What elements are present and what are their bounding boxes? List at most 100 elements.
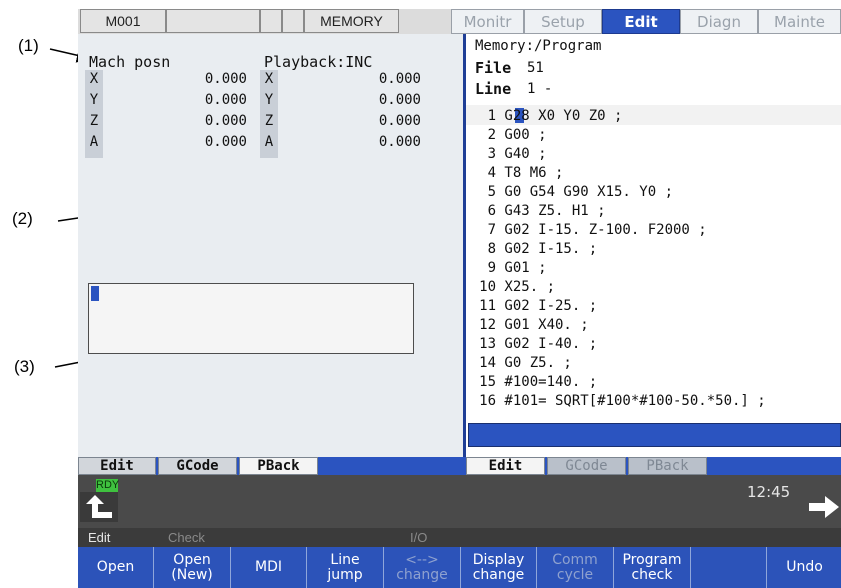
line-code: G02 I-25. ; <box>496 298 598 314</box>
mode-display: MEMORY <box>304 9 399 33</box>
line-code: G02 I-15. Z-100. F2000 ; <box>496 222 707 238</box>
line-number-label: 1 <box>487 108 496 124</box>
right-arrow-icon <box>809 496 839 518</box>
playback-title: Playback:INC <box>264 53 373 71</box>
right-tab-gcode[interactable]: GCode <box>547 457 626 475</box>
menu-group-row: Edit Check I/O <box>78 528 841 547</box>
mach-value-a: 0.000 <box>204 134 247 150</box>
menu-group-edit: Edit <box>88 530 111 545</box>
line-code: G01 ; <box>496 260 547 276</box>
line-number: 1 - <box>527 81 553 97</box>
softkey-7[interactable]: Comm cycle <box>537 547 614 588</box>
line-number-label: 3 <box>487 146 496 162</box>
softkey-5[interactable]: <--> change <box>384 547 461 588</box>
line-number-label: 5 <box>487 184 496 200</box>
program-line[interactable]: 4 T8 M6 ; <box>466 165 564 181</box>
line-number-label: 12 <box>479 317 496 333</box>
program-line[interactable]: 5 G0 G54 G90 X15. Y0 ; <box>466 184 673 200</box>
clock: 12:45 <box>747 483 791 501</box>
axis-label-x: X <box>89 71 99 87</box>
right-tab-edit[interactable]: Edit <box>466 457 545 475</box>
program-line[interactable]: 9 G01 ; <box>466 260 547 276</box>
program-line[interactable]: 8 G02 I-15. ; <box>466 241 598 257</box>
left-tab-edit[interactable]: Edit <box>78 457 156 475</box>
program-line[interactable]: 7 G02 I-15. Z-100. F2000 ; <box>466 222 707 238</box>
line-code: #101= SQRT[#100*#100-50.*50.] ; <box>496 393 766 409</box>
line-code: G28 X0 Y0 Z0 ; <box>496 108 623 124</box>
line-number-label: 6 <box>487 203 496 219</box>
menu-group-io: I/O <box>410 530 428 545</box>
program-line[interactable]: 1 G28 X0 Y0 Z0 ; <box>466 108 623 124</box>
line-number-label: 15 <box>479 374 496 390</box>
program-line[interactable]: 10 X25. ; <box>466 279 555 295</box>
softkey-6[interactable]: Display change <box>461 547 537 588</box>
pb-value-y: 0.000 <box>378 92 421 108</box>
next-button[interactable] <box>805 492 841 522</box>
line-code: T8 M6 ; <box>496 165 564 181</box>
program-line[interactable]: 15 #100=140. ; <box>466 374 597 390</box>
line-code: G0 Z5. ; <box>496 355 572 371</box>
pb-value-z: 0.000 <box>378 113 421 129</box>
softkey-bar: Open Open (New) MDI Line jump <--> change Dis… <box>78 547 841 588</box>
file-number: 51 <box>527 60 544 76</box>
softkey-3[interactable]: MDI <box>231 547 307 588</box>
program-number: M001 <box>80 9 166 33</box>
line-code: G02 I-40. ; <box>496 336 598 352</box>
program-line[interactable]: 12 G01 X40. ; <box>466 317 589 333</box>
program-line[interactable]: 6 G43 Z5. H1 ; <box>466 203 606 219</box>
status-cell-1 <box>166 9 260 33</box>
mdi-input-box[interactable] <box>88 283 414 354</box>
program-line[interactable]: 3 G40 ; <box>466 146 547 162</box>
program-line[interactable]: 11 G02 I-25. ; <box>466 298 597 314</box>
line-number-label: 16 <box>479 393 496 409</box>
line-code: G0 G54 G90 X15. Y0 ; <box>496 184 674 200</box>
softkey-4[interactable]: Line jump <box>307 547 384 588</box>
up-arrow-icon <box>86 495 112 518</box>
softkey-10[interactable]: Undo <box>767 547 841 588</box>
line-code: G00 ; <box>496 127 547 143</box>
file-label: File <box>475 59 512 77</box>
edit-input-bar[interactable] <box>468 423 841 447</box>
program-line[interactable]: 13 G02 I-40. ; <box>466 336 597 352</box>
line-code: G01 X40. ; <box>496 317 589 333</box>
line-number-label: 4 <box>487 165 496 181</box>
right-tab-pback[interactable]: PBack <box>628 457 707 475</box>
line-code: G43 Z5. H1 ; <box>496 203 606 219</box>
ready-indicator: RDY <box>96 479 120 492</box>
tab-monitr[interactable]: Monitr <box>451 9 524 34</box>
program-line[interactable]: 2 G00 ; <box>466 127 547 143</box>
program-panel: Memory:/Program File 51 Line 1 - 1 G28 X… <box>466 34 841 457</box>
line-code: #100=140. ; <box>496 374 598 390</box>
program-code-list[interactable]: 1 G28 X0 Y0 Z0 ; 2 G00 ; 3 G40 ; 4 T8 M6 ; 5… <box>466 108 841 428</box>
status-area: RDY 12:45 <box>78 475 841 528</box>
pb-value-x: 0.000 <box>378 71 421 87</box>
line-code: X25. ; <box>496 279 556 295</box>
back-button[interactable] <box>80 492 118 522</box>
mach-posn-title: Mach posn <box>89 53 171 71</box>
pb-value-a: 0.000 <box>378 134 421 150</box>
line-code: G02 I-15. ; <box>496 241 598 257</box>
program-line[interactable]: 14 G0 Z5. ; <box>466 355 572 371</box>
softkey-8[interactable]: Program check <box>614 547 691 588</box>
line-number-label: 10 <box>479 279 496 295</box>
line-label: Line <box>475 80 512 98</box>
tab-setup[interactable]: Setup <box>524 9 602 34</box>
position-panel: Mach posn Playback:INC X Y Z A 0.000 0.0… <box>78 34 463 457</box>
line-number-label: 14 <box>479 355 496 371</box>
tab-mainte[interactable]: Mainte <box>758 9 841 34</box>
tab-diagn[interactable]: Diagn <box>680 9 758 34</box>
tab-edit[interactable]: Edit <box>602 9 680 34</box>
softkey-9[interactable] <box>691 547 767 588</box>
menu-group-check: Check <box>168 530 205 545</box>
left-tab-gcode[interactable]: GCode <box>158 457 237 475</box>
line-number-label: 9 <box>487 260 496 276</box>
program-line[interactable]: 16 #101= SQRT[#100*#100-50.*50.] ; <box>466 393 766 409</box>
pb-axis-label-y: Y <box>264 92 274 108</box>
softkey-1[interactable]: Open <box>78 547 154 588</box>
pb-axis-label-a: A <box>264 134 274 150</box>
left-tab-pback[interactable]: PBack <box>239 457 318 475</box>
softkey-2[interactable]: Open (New) <box>154 547 231 588</box>
status-cell-3 <box>282 9 304 33</box>
pb-axis-label-x: X <box>264 71 274 87</box>
program-path: Memory:/Program <box>475 38 602 54</box>
